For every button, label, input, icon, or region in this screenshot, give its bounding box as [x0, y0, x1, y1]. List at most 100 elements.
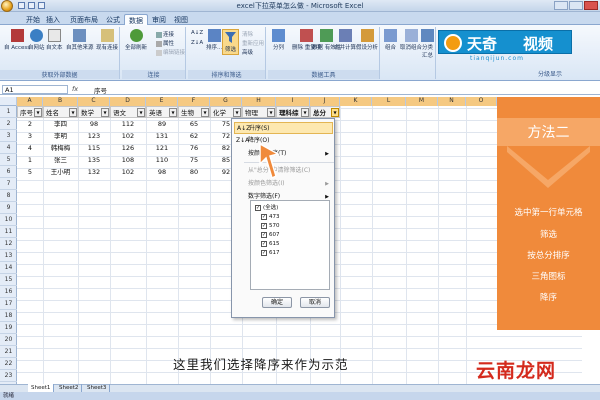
advanced-filter-button[interactable]: 高级: [242, 48, 253, 56]
menu-item-clear-filter[interactable]: 从"总分"中清除筛选(C): [234, 165, 333, 177]
row-header[interactable]: 9: [0, 202, 17, 214]
from-text-button[interactable]: 自文本: [46, 29, 63, 51]
column-header[interactable]: J: [310, 97, 340, 106]
data-cell[interactable]: 126: [110, 142, 146, 154]
data-cell[interactable]: 131: [146, 130, 178, 142]
filter-checkbox-item[interactable]: ✓ (全选): [255, 204, 278, 213]
tab-insert[interactable]: 插入: [42, 14, 64, 25]
row-header[interactable]: 22: [0, 358, 17, 370]
data-cell[interactable]: 80: [178, 166, 210, 178]
formula-input[interactable]: 序号: [94, 85, 107, 95]
checkbox-checked-icon[interactable]: ✓: [261, 249, 267, 256]
column-header[interactable]: K: [340, 97, 372, 106]
properties-link[interactable]: 属性: [156, 39, 174, 47]
edit-links-link[interactable]: 编辑链接: [156, 48, 185, 56]
filter-dropdown-button[interactable]: ▼: [301, 108, 309, 117]
sort-button[interactable]: 排序...: [206, 29, 222, 51]
column-header[interactable]: E: [146, 97, 178, 106]
save-icon[interactable]: [18, 2, 25, 9]
filter-dropdown-button-active[interactable]: ▼: [331, 108, 339, 117]
consolidate-button[interactable]: 合并计算: [334, 29, 356, 51]
reapply-button[interactable]: 重新应用: [242, 39, 264, 47]
data-cell[interactable]: 李四: [43, 118, 78, 130]
refresh-all-button[interactable]: 全部刷新: [125, 29, 147, 51]
data-cell[interactable]: 韩梅梅: [43, 142, 78, 154]
data-cell[interactable]: 123: [78, 130, 110, 142]
filter-value-list[interactable]: ✓ (全选) ✓ 473 ✓ 570 ✓ 607 ✓ 615 ✓ 617: [250, 200, 330, 290]
filter-dropdown-button[interactable]: ▼: [34, 108, 42, 117]
from-access-button[interactable]: 自 Access: [4, 29, 30, 51]
data-cell[interactable]: 135: [78, 154, 110, 166]
data-cell[interactable]: 115: [78, 142, 110, 154]
row-header[interactable]: 13: [0, 250, 17, 262]
undo-icon[interactable]: [28, 2, 35, 9]
data-cell[interactable]: 李明: [43, 130, 78, 142]
row-header[interactable]: 17: [0, 298, 17, 310]
row-header[interactable]: 8: [0, 190, 17, 202]
from-web-button[interactable]: 自网站: [28, 29, 45, 51]
filter-dropdown-button[interactable]: ▼: [101, 108, 109, 117]
redo-icon[interactable]: [38, 2, 45, 9]
row-header[interactable]: 11: [0, 226, 17, 238]
filter-checkbox-item[interactable]: ✓ 615: [261, 240, 280, 249]
data-cell[interactable]: 89: [146, 118, 178, 130]
data-cell[interactable]: 102: [110, 130, 146, 142]
data-cell[interactable]: 5: [17, 166, 43, 178]
column-header[interactable]: F: [178, 97, 210, 106]
checkbox-checked-icon[interactable]: ✓: [261, 240, 267, 247]
column-header[interactable]: M: [406, 97, 438, 106]
row-header[interactable]: 10: [0, 214, 17, 226]
column-header[interactable]: L: [372, 97, 406, 106]
row-header[interactable]: 23: [0, 370, 17, 382]
data-cell[interactable]: 121: [146, 142, 178, 154]
row-header[interactable]: 20: [0, 334, 17, 346]
row-header[interactable]: 2: [0, 118, 17, 130]
sort-ascending-button[interactable]: A↓Z: [191, 30, 203, 36]
sort-descending-button[interactable]: Z↓A: [191, 40, 203, 46]
row-header[interactable]: 12: [0, 238, 17, 250]
tab-review[interactable]: 审阅: [148, 14, 170, 25]
data-cell[interactable]: 102: [110, 166, 146, 178]
data-cell[interactable]: 75: [178, 154, 210, 166]
filter-checkbox-item[interactable]: ✓ 473: [261, 213, 280, 222]
menu-item-filter-by-color[interactable]: 按颜色筛选(I) ▶: [234, 178, 333, 190]
name-box[interactable]: A1: [2, 85, 68, 94]
minimize-button[interactable]: [554, 1, 568, 10]
connections-link[interactable]: 连接: [156, 30, 174, 38]
filter-dropdown-button[interactable]: ▼: [169, 108, 177, 117]
data-cell[interactable]: 76: [178, 142, 210, 154]
text-to-columns-button[interactable]: 分列: [272, 29, 285, 51]
data-cell[interactable]: 98: [78, 118, 110, 130]
row-header[interactable]: 14: [0, 262, 17, 274]
data-cell[interactable]: 2: [17, 118, 43, 130]
filter-dropdown-button[interactable]: ▼: [137, 108, 145, 117]
row-header[interactable]: 19: [0, 322, 17, 334]
column-header[interactable]: I: [276, 97, 310, 106]
column-header[interactable]: N: [438, 97, 466, 106]
filter-checkbox-item[interactable]: ✓ 607: [261, 231, 280, 240]
column-header[interactable]: G: [210, 97, 242, 106]
data-cell[interactable]: 98: [146, 166, 178, 178]
subtotal-button[interactable]: 分类汇总: [420, 29, 435, 59]
menu-item-sort-descending[interactable]: Z↓A 降序(O): [234, 135, 333, 147]
sheet-tab[interactable]: Sheet2: [56, 384, 83, 392]
menu-item-sort-by-color[interactable]: 按颜色排序(T)▶: [234, 148, 333, 160]
group-button[interactable]: 组合: [384, 29, 397, 51]
data-cell[interactable]: 3: [17, 130, 43, 142]
data-cell[interactable]: 张三: [43, 154, 78, 166]
ungroup-button[interactable]: 取消组合: [400, 29, 422, 51]
sheet-tab[interactable]: Sheet1: [28, 384, 55, 392]
menu-item-sort-ascending[interactable]: A↓Z 升序(S): [234, 122, 333, 134]
data-cell[interactable]: 4: [17, 142, 43, 154]
row-header[interactable]: 6: [0, 166, 17, 178]
filter-dropdown-button[interactable]: ▼: [201, 108, 209, 117]
data-cell[interactable]: 112: [110, 118, 146, 130]
what-if-analysis-button[interactable]: 假设分析: [356, 29, 378, 51]
filter-checkbox-item[interactable]: ✓ 617: [261, 249, 280, 258]
data-cell[interactable]: 108: [110, 154, 146, 166]
checkbox-checked-icon[interactable]: ✓: [261, 213, 267, 220]
column-header[interactable]: D: [110, 97, 146, 106]
filter-checkbox-item[interactable]: ✓ 570: [261, 222, 280, 231]
column-header[interactable]: C: [78, 97, 110, 106]
filter-dropdown-button[interactable]: ▼: [69, 108, 77, 117]
